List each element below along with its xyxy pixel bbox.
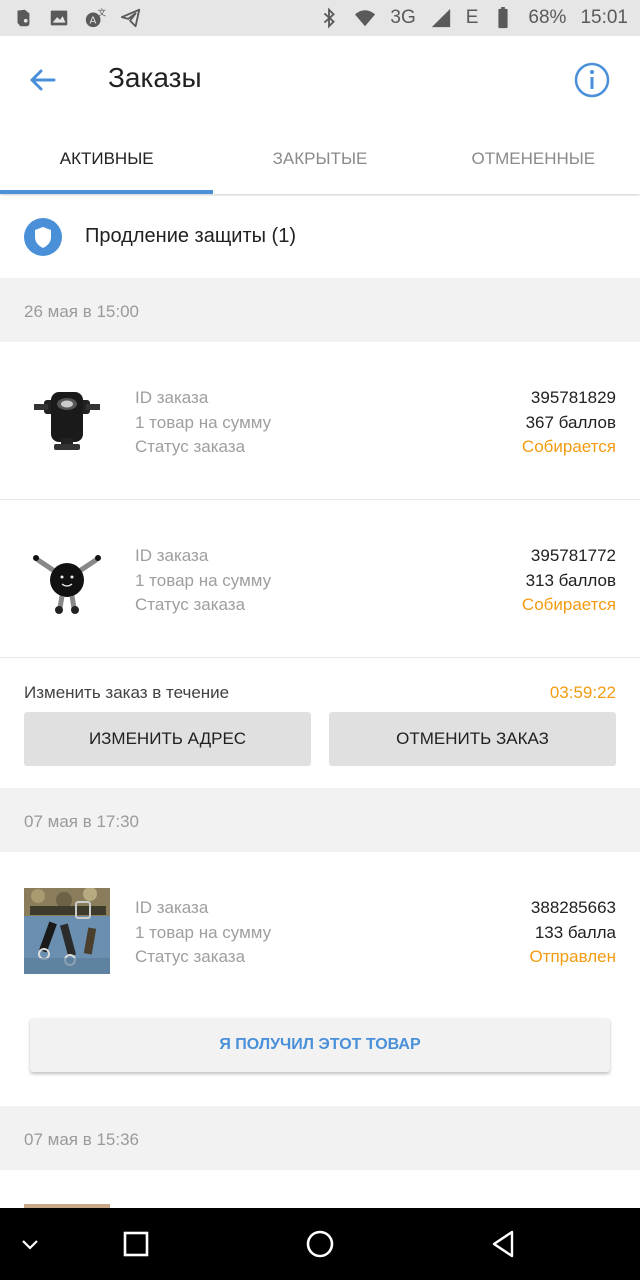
order-tabs: АКТИВНЫЕ ЗАКРЫТЫЕ ОТМЕНЕННЫЕ — [0, 124, 640, 194]
date-header: 07 мая в 15:36 — [0, 1106, 640, 1170]
phone-holder-image — [34, 392, 100, 450]
status-bar-right: 3G E 68% 15:01 — [318, 7, 628, 29]
signal-icon — [431, 8, 450, 28]
item-received-button[interactable]: Я ПОЛУЧИЛ ЭТОТ ТОВАР — [30, 1018, 610, 1072]
order-date: 07 мая в 15:36 — [24, 1130, 139, 1149]
order-status: Отправлен — [529, 947, 616, 966]
back-arrow-icon[interactable] — [24, 60, 64, 100]
image-icon — [50, 10, 68, 26]
chevron-down-icon[interactable] — [14, 1228, 46, 1260]
order-sum: 367 баллов — [525, 412, 616, 432]
order-date: 07 мая в 17:30 — [24, 812, 139, 831]
order-date: 26 мая в 15:00 — [24, 302, 139, 321]
svg-text:文: 文 — [98, 7, 106, 17]
wifi-icon — [355, 10, 376, 27]
order-item[interactable]: ID заказа 1 товар на сумму Статус заказа… — [0, 500, 640, 658]
change-timer: 03:59:22 — [549, 683, 616, 702]
network-type: 3G — [390, 7, 416, 28]
tab-closed[interactable]: ЗАКРЫТЫЕ — [213, 124, 426, 194]
order-id-label: ID заказа — [135, 898, 209, 917]
bluetooth-icon — [324, 7, 336, 29]
telegram-icon — [120, 8, 141, 28]
app-bar: Заказы — [0, 36, 640, 124]
order-item[interactable]: ID заказа 1 товар на сумму Статус заказа… — [0, 852, 640, 1010]
order-status-label: Статус заказа — [135, 947, 246, 966]
recents-icon[interactable] — [120, 1228, 152, 1260]
evernote-icon — [17, 9, 30, 27]
order-values: 395781829 367 баллов Собирается — [522, 386, 616, 460]
gravity-holder-image — [33, 555, 101, 614]
order-status: Собирается — [521, 595, 616, 614]
order-id-label: ID заказа — [135, 388, 209, 407]
date-header: 07 мая в 17:30 — [0, 788, 640, 852]
order-id: 395781772 — [530, 546, 616, 565]
status-bar-left: A 文 — [12, 7, 142, 29]
cancel-order-button[interactable]: ОТМЕНИТЬ ЗАКАЗ — [329, 712, 616, 766]
tab-cancelled[interactable]: ОТМЕНЕННЫЕ — [427, 124, 640, 194]
order-values: 388285663 133 балла Отправлен — [529, 896, 616, 970]
order-labels: ID заказа 1 товар на сумму Статус заказа — [135, 544, 271, 618]
svg-text:A: A — [90, 16, 97, 27]
order-values: 395781772 313 баллов Собирается — [522, 544, 616, 618]
order-item-partial[interactable] — [0, 1170, 640, 1208]
order-id-label: ID заказа — [135, 546, 209, 565]
protection-label: Продление защиты (1) — [85, 225, 296, 247]
order-sum-label: 1 товар на сумму — [135, 922, 272, 942]
tab-active[interactable]: АКТИВНЫЕ — [0, 124, 214, 194]
received-panel: Я ПОЛУЧИЛ ЭТОТ ТОВАР — [0, 1010, 640, 1106]
order-status: Собирается — [521, 437, 616, 456]
back-icon[interactable] — [488, 1228, 520, 1260]
order-labels: ID заказа 1 товар на сумму Статус заказа — [135, 386, 271, 460]
change-order-panel: Изменить заказ в течение 03:59:22 ИЗМЕНИ… — [0, 660, 640, 788]
battery-percent: 68% — [528, 7, 567, 28]
order-id: 388285663 — [530, 898, 616, 917]
status-bar: A 文 3G E 68% 15:01 — [0, 0, 640, 36]
order-sum: 133 балла — [534, 922, 616, 942]
change-address-button[interactable]: ИЗМЕНИТЬ АДРЕС — [24, 712, 311, 766]
home-icon[interactable] — [304, 1228, 336, 1260]
clock: 15:01 — [580, 7, 628, 28]
change-order-label: Изменить заказ в течение — [24, 683, 230, 702]
order-status-label: Статус заказа — [135, 595, 246, 614]
belt-clips-image — [24, 888, 110, 974]
date-header: 26 мая в 15:00 — [0, 278, 640, 342]
order-id: 395781829 — [530, 388, 616, 407]
order-sum-label: 1 товар на сумму — [135, 570, 272, 590]
order-status-label: Статус заказа — [135, 437, 246, 456]
protection-extension-row[interactable]: Продление защиты (1) — [0, 196, 640, 278]
order-labels: ID заказа 1 товар на сумму Статус заказа — [135, 896, 271, 970]
order-sum-label: 1 товар на сумму — [135, 412, 272, 432]
order-sum: 313 баллов — [525, 570, 616, 590]
battery-icon — [498, 7, 509, 29]
order-item[interactable]: ID заказа 1 товар на сумму Статус заказа… — [0, 342, 640, 500]
info-icon[interactable] — [572, 60, 612, 100]
network-letter: E — [465, 7, 479, 28]
translate-icon: A 文 — [85, 7, 106, 28]
system-nav-bar — [0, 1208, 640, 1280]
shield-icon — [24, 218, 62, 256]
page-title: Заказы — [108, 62, 202, 93]
